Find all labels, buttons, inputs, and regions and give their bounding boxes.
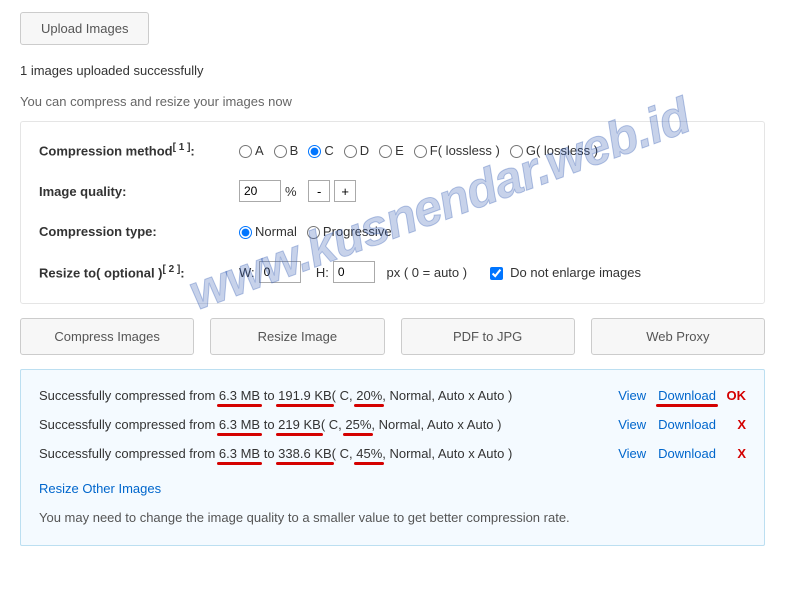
- do-not-enlarge-label: Do not enlarge images: [510, 265, 641, 280]
- result-row: Successfully compressed from 6.3 MB to 2…: [39, 417, 746, 432]
- result-to-size: 191.9 KB: [278, 388, 332, 403]
- result-text: Successfully compressed from 6.3 MB to 1…: [39, 388, 586, 403]
- result-from-size: 6.3 MB: [219, 388, 260, 403]
- compression-method-option[interactable]: A: [239, 143, 264, 158]
- compression-method-radio[interactable]: [414, 145, 427, 158]
- settings-panel: Compression method[ 1 ]: ABCDE F( lossles…: [20, 121, 765, 304]
- compression-method-radio[interactable]: [344, 145, 357, 158]
- result-from-size: 6.3 MB: [219, 446, 260, 461]
- image-quality-controls: % - +: [239, 180, 746, 202]
- results-footer-hint: You may need to change the image quality…: [39, 510, 746, 525]
- compression-method-radio[interactable]: [379, 145, 392, 158]
- resize-row: Resize to( optional )[ 2 ]: W: H: px ( 0…: [39, 261, 746, 283]
- resize-other-images-link[interactable]: Resize Other Images: [39, 481, 161, 496]
- resize-label: Resize to( optional )[ 2 ]:: [39, 264, 239, 280]
- result-from-size: 6.3 MB: [219, 417, 260, 432]
- download-link[interactable]: Download: [658, 417, 716, 432]
- compression-method-sup: [ 1 ]: [173, 142, 191, 153]
- compression-method-option[interactable]: G( lossless ): [510, 143, 598, 158]
- resize-px-hint: px ( 0 = auto ): [387, 265, 468, 280]
- resize-h-label: H:: [316, 265, 329, 280]
- compression-method-option[interactable]: E: [379, 143, 404, 158]
- download-link[interactable]: Download: [658, 388, 716, 403]
- image-quality-label: Image quality:: [39, 184, 239, 199]
- compression-type-row: Compression type: Normal Progressive: [39, 224, 746, 239]
- resize-label-text: Resize to( optional ): [39, 266, 163, 281]
- resize-width-input[interactable]: [259, 261, 301, 283]
- compression-type-radio[interactable]: [239, 226, 252, 239]
- resize-image-button[interactable]: Resize Image: [210, 318, 384, 355]
- compression-type-option[interactable]: Normal: [239, 224, 297, 239]
- compression-method-option[interactable]: C: [308, 143, 333, 158]
- compress-images-button[interactable]: Compress Images: [20, 318, 194, 355]
- result-annotation: X: [722, 417, 746, 432]
- result-to-size: 219 KB: [278, 417, 321, 432]
- view-link[interactable]: View: [618, 417, 646, 432]
- upload-images-button[interactable]: Upload Images: [20, 12, 149, 45]
- compression-method-label-text: Compression method: [39, 143, 173, 158]
- image-quality-input[interactable]: [239, 180, 281, 202]
- resize-height-input[interactable]: [333, 261, 375, 283]
- result-row: Successfully compressed from 6.3 MB to 1…: [39, 388, 746, 403]
- upload-status: 1 images uploaded successfully: [20, 63, 765, 78]
- resize-w-label: W:: [239, 265, 255, 280]
- result-pct: 25%: [345, 417, 371, 432]
- quality-minus-button[interactable]: -: [308, 180, 330, 202]
- result-text: Successfully compressed from 6.3 MB to 3…: [39, 446, 586, 461]
- result-links: View Download OK: [586, 388, 746, 403]
- compression-method-row: Compression method[ 1 ]: ABCDE F( lossles…: [39, 142, 746, 158]
- quality-plus-button[interactable]: +: [334, 180, 356, 202]
- resize-sup: [ 2 ]: [163, 264, 181, 275]
- compression-type-label: Compression type:: [39, 224, 239, 239]
- action-button-row: Compress Images Resize Image PDF to JPG …: [20, 318, 765, 355]
- do-not-enlarge-checkbox[interactable]: [490, 267, 503, 280]
- download-link[interactable]: Download: [658, 446, 716, 461]
- compression-method-option[interactable]: F( lossless ): [414, 143, 500, 158]
- compression-method-radio[interactable]: [239, 145, 252, 158]
- compression-method-radio[interactable]: [510, 145, 523, 158]
- compression-method-radio[interactable]: [308, 145, 321, 158]
- result-pct: 45%: [356, 446, 382, 461]
- compression-method-controls: ABCDE F( lossless ) G( lossless ): [239, 143, 746, 158]
- result-row: Successfully compressed from 6.3 MB to 3…: [39, 446, 746, 461]
- compression-method-radio[interactable]: [274, 145, 287, 158]
- resize-controls: W: H: px ( 0 = auto ) Do not enlarge ima…: [239, 261, 746, 283]
- result-links: View Download X: [586, 446, 746, 461]
- result-annotation: OK: [722, 388, 746, 403]
- compression-method-label: Compression method[ 1 ]:: [39, 142, 239, 158]
- compress-hint: You can compress and resize your images …: [20, 94, 765, 109]
- image-quality-row: Image quality: % - +: [39, 180, 746, 202]
- view-link[interactable]: View: [618, 446, 646, 461]
- compression-type-option[interactable]: Progressive: [307, 224, 392, 239]
- result-links: View Download X: [586, 417, 746, 432]
- web-proxy-button[interactable]: Web Proxy: [591, 318, 765, 355]
- result-annotation: X: [722, 446, 746, 461]
- compression-type-controls: Normal Progressive: [239, 224, 746, 239]
- image-quality-unit: %: [285, 184, 297, 199]
- results-panel: Successfully compressed from 6.3 MB to 1…: [20, 369, 765, 546]
- compression-method-option[interactable]: B: [274, 143, 299, 158]
- result-to-size: 338.6 KB: [278, 446, 332, 461]
- compression-method-option[interactable]: D: [344, 143, 369, 158]
- view-link[interactable]: View: [618, 388, 646, 403]
- result-pct: 20%: [356, 388, 382, 403]
- resize-enlarge-label-wrap[interactable]: Do not enlarge images: [490, 265, 641, 280]
- compression-type-radio[interactable]: [307, 226, 320, 239]
- pdf-to-jpg-button[interactable]: PDF to JPG: [401, 318, 575, 355]
- result-text: Successfully compressed from 6.3 MB to 2…: [39, 417, 586, 432]
